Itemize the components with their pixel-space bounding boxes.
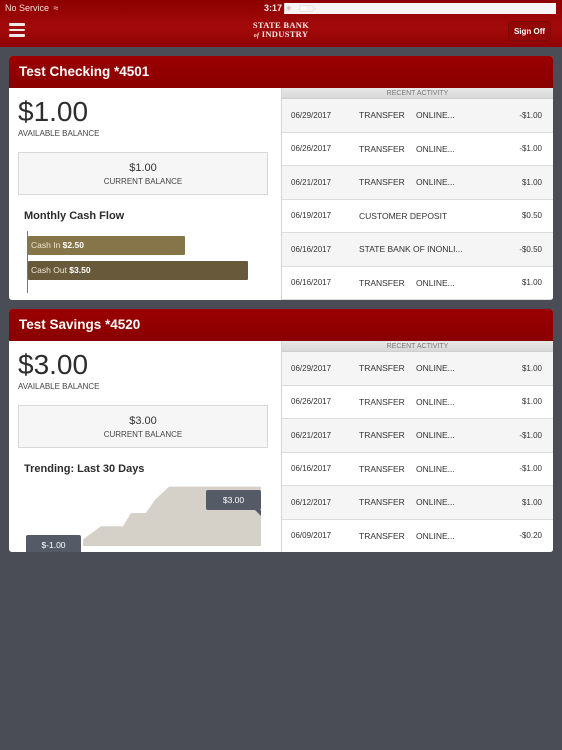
transaction-date: 06/29/2017 xyxy=(291,363,332,373)
balance-panel: $1.00 AVAILABLE BALANCE $1.00 CURRENT BA… xyxy=(9,88,281,300)
transaction-row[interactable]: 06/16/2017 TRANSFER ONLINE... $1.00 xyxy=(282,266,553,300)
transaction-amount: -$0.50 xyxy=(519,244,542,254)
transaction-amount: $1.00 xyxy=(521,397,542,407)
transaction-description: ONLINE... xyxy=(416,143,455,154)
transaction-description: ONLINE... xyxy=(416,463,455,474)
transaction-row[interactable]: 06/26/2017 TRANSFER ONLINE... $1.00 xyxy=(282,385,553,419)
transaction-description: ONLINE... xyxy=(416,177,455,188)
transaction-type: STATE BANK OF INONLI... xyxy=(359,244,463,255)
transaction-description: ONLINE... xyxy=(416,530,455,541)
recent-activity-panel: RECENT ACTIVITY 06/29/2017 TRANSFER ONLINE… xyxy=(281,88,553,300)
current-balance-amount: $3.00 xyxy=(129,415,157,427)
account-title[interactable]: Test Checking *4501 xyxy=(9,56,553,88)
transaction-date: 06/21/2017 xyxy=(291,430,332,440)
trend-chart: $3.00 $-1.00 xyxy=(26,486,261,552)
transaction-date: 06/21/2017 xyxy=(291,177,332,187)
transaction-type: TRANSFER xyxy=(359,463,405,474)
available-balance-amount: $1.00 xyxy=(18,96,89,127)
current-balance-label: CURRENT BALANCE xyxy=(103,430,183,439)
recent-activity-header: RECENT ACTIVITY xyxy=(282,341,553,352)
bar-label-cash-in: Cash In xyxy=(31,240,61,250)
chart-title: Trending: Last 30 Days xyxy=(24,463,145,475)
transaction-amount: $0.50 xyxy=(521,211,542,221)
chart-title: Monthly Cash Flow xyxy=(24,210,125,222)
battery-icon xyxy=(298,5,316,12)
transaction-amount: -$1.00 xyxy=(519,464,542,474)
transaction-date: 06/26/2017 xyxy=(291,144,332,154)
transaction-date: 06/12/2017 xyxy=(291,497,332,507)
trend-start-value: $-1.00 xyxy=(41,540,65,550)
transaction-amount: -$1.00 xyxy=(519,144,542,154)
account-card-checking: Test Checking *4501 $1.00 AVAILABLE BALA… xyxy=(9,56,553,300)
transaction-row[interactable]: 06/19/2017 CUSTOMER DEPOSIT $0.50 xyxy=(282,199,553,233)
account-title[interactable]: Test Savings *4520 xyxy=(9,309,553,341)
transaction-row[interactable]: 06/21/2017 TRANSFER ONLINE... $1.00 xyxy=(282,166,553,200)
available-balance-amount: $3.00 xyxy=(18,349,89,380)
transaction-date: 06/29/2017 xyxy=(291,110,332,120)
transaction-amount: $1.00 xyxy=(521,363,542,373)
transaction-amount: $1.00 xyxy=(521,278,542,288)
transaction-date: 06/16/2017 xyxy=(291,464,332,474)
transaction-amount: -$0.20 xyxy=(519,531,542,541)
bar-cash-in[interactable]: Cash In $2.50 xyxy=(28,236,186,255)
transaction-date: 06/19/2017 xyxy=(291,211,332,221)
transaction-date: 06/16/2017 xyxy=(291,244,332,254)
available-balance-label: AVAILABLE BALANCE xyxy=(18,129,100,138)
sign-off-button[interactable]: Sign Off xyxy=(508,21,551,41)
bar-value-cash-out: $3.50 xyxy=(69,265,91,275)
transaction-amount: $1.00 xyxy=(521,177,542,187)
transaction-type: TRANSFER xyxy=(359,143,405,154)
transaction-type: CUSTOMER DEPOSIT xyxy=(359,210,448,221)
transaction-type: TRANSFER xyxy=(359,497,405,508)
recent-activity-header: RECENT ACTIVITY xyxy=(282,88,553,99)
transaction-type: TRANSFER xyxy=(359,110,405,121)
transaction-amount: $1.00 xyxy=(521,497,542,507)
transaction-description: ONLINE... xyxy=(416,277,455,288)
transaction-row[interactable]: 06/12/2017 TRANSFER ONLINE... $1.00 xyxy=(282,486,553,520)
top-bar: No Service ≈ 3:17 PM ∗ STATE BANK of IND… xyxy=(0,0,562,47)
transaction-amount: -$1.00 xyxy=(519,110,542,120)
transaction-row[interactable]: 06/21/2017 TRANSFER ONLINE... -$1.00 xyxy=(282,419,553,453)
current-balance-amount: $1.00 xyxy=(129,162,157,174)
transaction-amount: -$1.00 xyxy=(519,430,542,440)
current-balance-label: CURRENT BALANCE xyxy=(103,177,183,186)
transaction-description: ONLINE... xyxy=(416,110,455,121)
account-card-savings: Test Savings *4520 $3.00 AVAILABLE BALAN… xyxy=(9,309,553,552)
transaction-type: TRANSFER xyxy=(359,530,405,541)
transaction-type: TRANSFER xyxy=(359,363,405,374)
transaction-row[interactable]: 06/16/2017 TRANSFER ONLINE... -$1.00 xyxy=(282,452,553,486)
bar-value-cash-in: $2.50 xyxy=(62,240,84,250)
transaction-description: ONLINE... xyxy=(416,363,455,374)
transaction-date: 06/26/2017 xyxy=(291,397,332,407)
bank-logo: STATE BANK of INDUSTRY xyxy=(252,20,310,40)
balance-panel: $3.00 AVAILABLE BALANCE $3.00 CURRENT BA… xyxy=(9,341,281,552)
trend-end-value: $3.00 xyxy=(223,495,245,505)
bluetooth-icon: ∗ xyxy=(285,3,293,13)
transaction-row[interactable]: 06/29/2017 TRANSFER ONLINE... $1.00 xyxy=(282,352,553,386)
transaction-row[interactable]: 06/29/2017 TRANSFER ONLINE... -$1.00 xyxy=(282,99,553,133)
transaction-date: 06/09/2017 xyxy=(291,531,332,541)
current-balance-box: $3.00 CURRENT BALANCE xyxy=(18,405,268,448)
trend-start-label: $-1.00 xyxy=(26,535,81,552)
transaction-row[interactable]: 06/16/2017 STATE BANK OF INONLI... -$0.50 xyxy=(282,233,553,267)
transaction-description: ONLINE... xyxy=(416,497,455,508)
transaction-type: TRANSFER xyxy=(359,277,405,288)
transaction-type: TRANSFER xyxy=(359,396,405,407)
current-balance-box: $1.00 CURRENT BALANCE xyxy=(18,152,268,195)
bar-cash-out[interactable]: Cash Out $3.50 xyxy=(28,261,249,280)
recent-activity-panel: RECENT ACTIVITY 06/29/2017 TRANSFER ONLINE… xyxy=(281,341,553,552)
transaction-description: ONLINE... xyxy=(416,396,455,407)
available-balance-label: AVAILABLE BALANCE xyxy=(18,382,100,391)
transaction-type: TRANSFER xyxy=(359,177,405,188)
transaction-description: ONLINE... xyxy=(416,430,455,441)
transaction-row[interactable]: 06/09/2017 TRANSFER ONLINE... -$0.20 xyxy=(282,519,553,552)
status-right: ∗ xyxy=(284,3,556,14)
bar-label-cash-out: Cash Out xyxy=(31,265,67,275)
transaction-date: 06/16/2017 xyxy=(291,278,332,288)
transaction-row[interactable]: 06/26/2017 TRANSFER ONLINE... -$1.00 xyxy=(282,132,553,166)
transaction-type: TRANSFER xyxy=(359,430,405,441)
